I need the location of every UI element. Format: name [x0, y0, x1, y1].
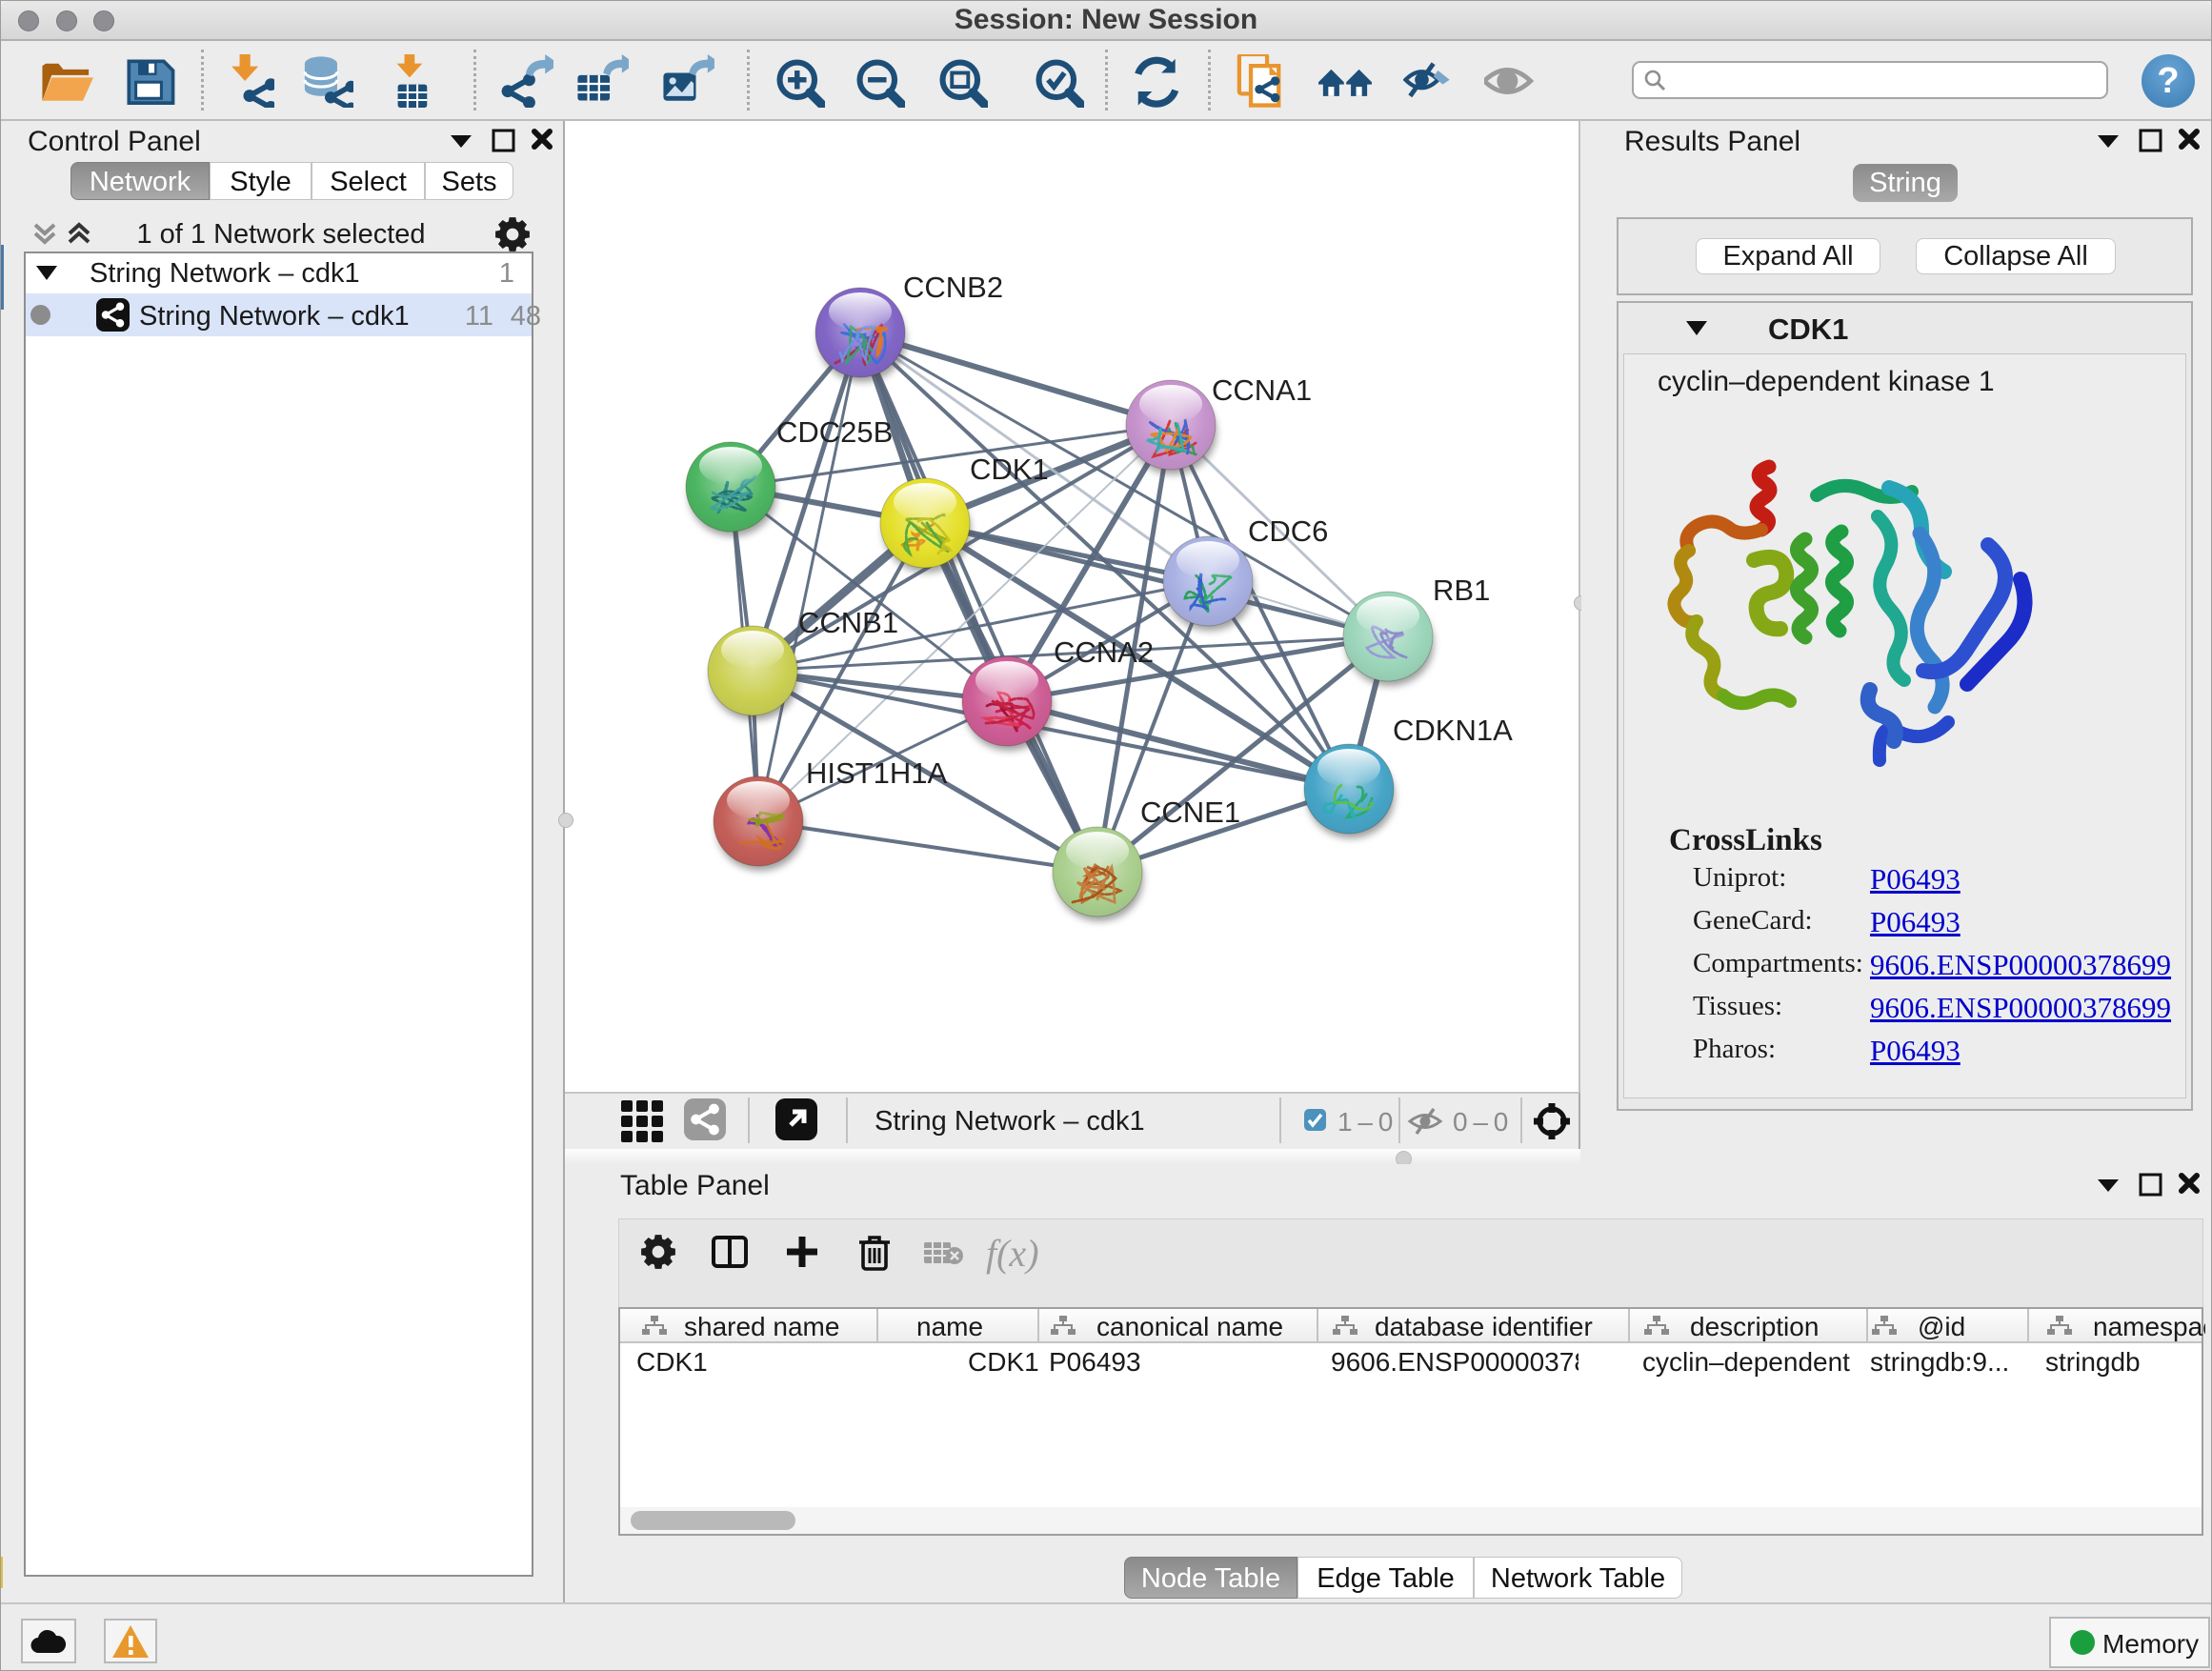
svg-text:CDK1: CDK1 [970, 453, 1049, 486]
svg-text:CDKN1A: CDKN1A [1393, 714, 1513, 747]
svg-text:CCNA1: CCNA1 [1212, 373, 1312, 407]
svg-text:CCNE1: CCNE1 [1140, 795, 1240, 829]
svg-text:CCNA2: CCNA2 [1054, 635, 1154, 669]
svg-text:CDC25B: CDC25B [776, 415, 893, 449]
svg-text:RB1: RB1 [1433, 574, 1490, 607]
svg-text:HIST1H1A: HIST1H1A [806, 756, 947, 790]
svg-text:CCNB1: CCNB1 [798, 606, 898, 639]
svg-text:CCNB2: CCNB2 [903, 271, 1003, 304]
svg-text:CDC6: CDC6 [1248, 514, 1328, 548]
